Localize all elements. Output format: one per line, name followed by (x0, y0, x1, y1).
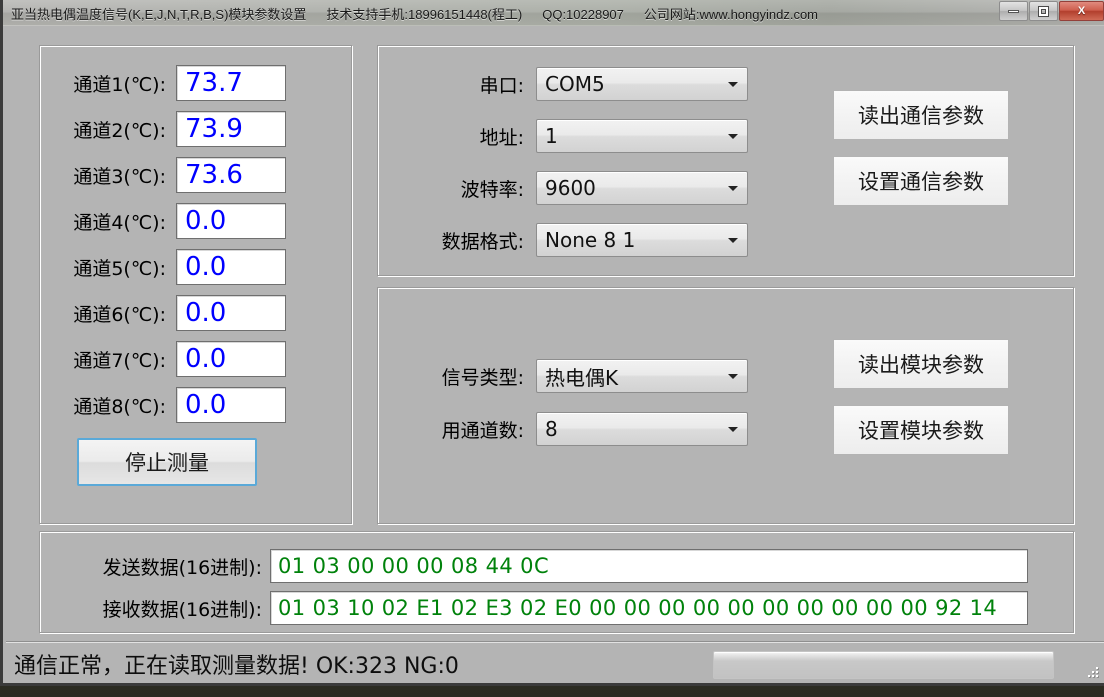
chevron-down-icon (728, 186, 738, 191)
serial-port-select[interactable]: COM5 (536, 67, 748, 101)
status-message: 通信正常，正在读取测量数据! OK:323 NG:0 (14, 654, 459, 679)
channel-row: 通道6(℃): 0.0 (44, 294, 286, 332)
channel-label: 通道6(℃): (73, 303, 166, 326)
channel-value: 0.0 (176, 387, 286, 423)
receive-data-row: 接收数据(16进制): 01 03 10 02 E1 02 E3 02 E0 0… (40, 590, 1028, 626)
signal-type-row: 信号类型: 热电偶K (384, 357, 748, 395)
communication-panel: 串口: COM5 地址: 1 波特率: 9600 数据格式: None 8 1 … (377, 45, 1074, 276)
channel-label: 通道8(℃): (73, 395, 166, 418)
dataformat-row: 数据格式: None 8 1 (384, 221, 748, 259)
maximize-button[interactable] (1029, 1, 1058, 21)
channel-count-row: 用通道数: 8 (384, 410, 748, 448)
signal-type-select[interactable]: 热电偶K (536, 359, 748, 393)
channel-row: 通道5(℃): 0.0 (44, 248, 286, 286)
signal-type-label: 信号类型: (441, 366, 524, 389)
baudrate-label: 波特率: (460, 178, 524, 201)
receive-data-field[interactable]: 01 03 10 02 E1 02 E3 02 E0 00 00 00 00 0… (270, 591, 1028, 625)
title-qq: QQ:10228907 (542, 7, 624, 22)
chevron-down-icon (728, 238, 738, 243)
channel-row: 通道1(℃): 73.7 (44, 64, 286, 102)
channel-label: 通道7(℃): (73, 349, 166, 372)
channel-value: 0.0 (176, 295, 286, 331)
minimize-button[interactable] (999, 1, 1028, 21)
chevron-down-icon (728, 134, 738, 139)
chevron-down-icon (728, 427, 738, 432)
serial-port-row: 串口: COM5 (384, 65, 748, 103)
channel-label: 通道2(℃): (73, 119, 166, 142)
channel-row: 通道2(℃): 73.9 (44, 110, 286, 148)
dataformat-label: 数据格式: (441, 230, 524, 253)
channel-count-label: 用通道数: (441, 419, 524, 442)
address-select[interactable]: 1 (536, 119, 748, 153)
channel-value: 73.9 (176, 111, 286, 147)
set-comm-params-button[interactable]: 设置通信参数 (833, 156, 1009, 206)
channel-row: 通道3(℃): 73.6 (44, 156, 286, 194)
module-panel: 信号类型: 热电偶K 用通道数: 8 读出模块参数 设置模块参数 (377, 287, 1074, 524)
send-data-field[interactable]: 01 03 00 00 00 08 44 0C (270, 549, 1028, 583)
channels-panel: 通道1(℃): 73.7 通道2(℃): 73.9 通道3(℃): 73.6 通… (39, 45, 352, 524)
channel-label: 通道1(℃): (73, 73, 166, 96)
progress-bar (713, 651, 1054, 679)
resize-grip-icon[interactable] (1087, 667, 1100, 680)
channel-value: 73.6 (176, 157, 286, 193)
channel-value: 0.0 (176, 341, 286, 377)
serial-port-label: 串口: (479, 74, 524, 97)
status-bar: 通信正常，正在读取测量数据! OK:323 NG:0 (6, 641, 1104, 683)
chevron-down-icon (728, 374, 738, 379)
chevron-down-icon (728, 82, 738, 87)
baudrate-value: 9600 (545, 176, 596, 200)
send-data-label: 发送数据(16进制): (102, 556, 262, 579)
channel-label: 通道3(℃): (73, 165, 166, 188)
channel-value: 73.7 (176, 65, 286, 101)
channel-value: 0.0 (176, 249, 286, 285)
address-row: 地址: 1 (384, 117, 748, 155)
client-area: 通道1(℃): 73.7 通道2(℃): 73.9 通道3(℃): 73.6 通… (6, 26, 1104, 683)
baudrate-select[interactable]: 9600 (536, 171, 748, 205)
read-module-params-button[interactable]: 读出模块参数 (833, 339, 1009, 389)
channel-value: 0.0 (176, 203, 286, 239)
title-support: 技术支持手机:18996151448(程工) (326, 7, 523, 22)
address-label: 地址: (479, 126, 524, 149)
channel-label: 通道5(℃): (73, 257, 166, 280)
window-controls: X (998, 1, 1104, 21)
minimize-icon (1008, 9, 1019, 13)
channel-count-value: 8 (545, 417, 558, 441)
send-data-row: 发送数据(16进制): 01 03 00 00 00 08 44 0C (40, 548, 1028, 584)
baudrate-row: 波特率: 9600 (384, 169, 748, 207)
close-button[interactable]: X (1059, 1, 1104, 21)
window-title: 亚当热电偶温度信号(K,E,J,N,T,R,B,S)模块参数设置 技术支持手机:1… (11, 4, 838, 23)
set-module-params-button[interactable]: 设置模块参数 (833, 405, 1009, 455)
maximize-icon (1039, 6, 1048, 16)
title-bar[interactable]: 亚当热电偶温度信号(K,E,J,N,T,R,B,S)模块参数设置 技术支持手机:1… (3, 0, 1104, 26)
channel-row: 通道8(℃): 0.0 (44, 386, 286, 424)
channel-row: 通道7(℃): 0.0 (44, 340, 286, 378)
data-panel: 发送数据(16进制): 01 03 00 00 00 08 44 0C 接收数据… (39, 531, 1074, 633)
title-main: 亚当热电偶温度信号(K,E,J,N,T,R,B,S)模块参数设置 (11, 7, 307, 22)
read-comm-params-button[interactable]: 读出通信参数 (833, 90, 1009, 140)
dataformat-value: None 8 1 (545, 228, 636, 252)
dataformat-select[interactable]: None 8 1 (536, 223, 748, 257)
channel-label: 通道4(℃): (73, 211, 166, 234)
title-website: 公司网站:www.hongyindz.com (643, 7, 819, 22)
stop-measurement-button[interactable]: 停止测量 (77, 438, 257, 486)
channel-row: 通道4(℃): 0.0 (44, 202, 286, 240)
serial-port-value: COM5 (545, 72, 605, 96)
signal-type-value: 热电偶K (545, 365, 619, 390)
application-window: 亚当热电偶温度信号(K,E,J,N,T,R,B,S)模块参数设置 技术支持手机:1… (0, 0, 1104, 686)
receive-data-label: 接收数据(16进制): (102, 598, 262, 621)
address-value: 1 (545, 124, 558, 148)
channel-count-select[interactable]: 8 (536, 412, 748, 446)
